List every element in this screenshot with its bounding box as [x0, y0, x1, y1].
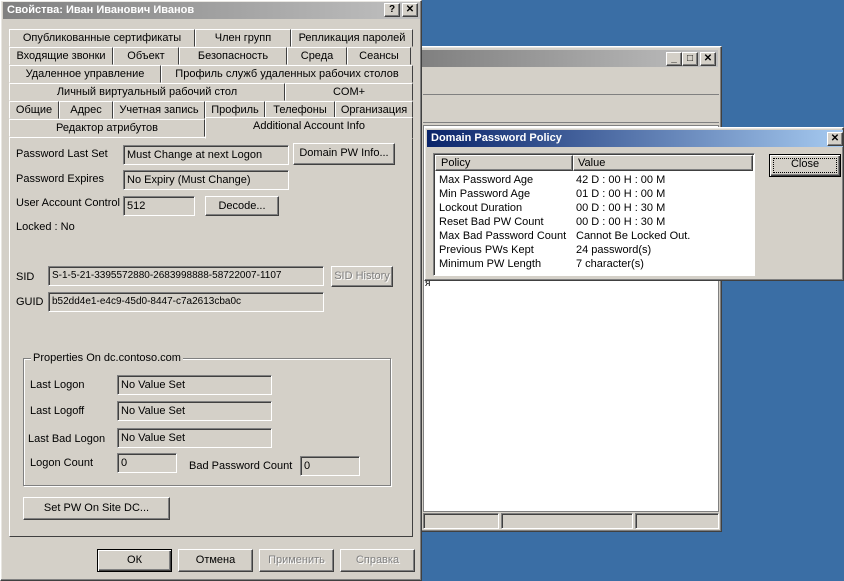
policy-name: Min Password Age [439, 188, 531, 200]
policy-row[interactable]: Max Password Age 42 D : 00 H : 00 M [439, 173, 751, 187]
policy-row[interactable]: Minimum PW Length 7 character(s) [439, 257, 751, 271]
policy-name: Minimum PW Length [439, 258, 542, 270]
bad-password-count-field: 0 [300, 456, 360, 476]
password-expires-label: Password Expires [16, 173, 105, 185]
user-account-control-field: 512 [123, 196, 195, 216]
set-pw-on-site-dc-button[interactable]: Set PW On Site DC... [23, 497, 170, 520]
last-bad-logon-label: Last Bad Logon [28, 433, 106, 445]
user-account-control-label: User Account Control [16, 197, 120, 209]
status-bar-cell-1 [423, 513, 499, 529]
tab-password-replication[interactable]: Репликация паролей [291, 29, 413, 47]
tab-object[interactable]: Объект [113, 47, 179, 65]
tab-address[interactable]: Адрес [59, 101, 113, 119]
tab-general[interactable]: Общие [9, 101, 59, 119]
window-title: Свойства: Иван Иванович Иванов [7, 4, 195, 16]
password-last-set-label: Password Last Set [16, 148, 108, 160]
locked-status: Locked : No [16, 221, 75, 233]
logon-count-field: 0 [117, 453, 177, 473]
tab-sessions[interactable]: Сеансы [347, 47, 411, 65]
background-toolbar-area-2 [423, 97, 719, 123]
policy-column-header[interactable]: Policy [435, 155, 573, 171]
policy-name: Max Password Age [439, 174, 534, 186]
domain-pw-info-button[interactable]: Domain PW Info... [293, 143, 395, 165]
policy-row[interactable]: Previous PWs Kept 24 password(s) [439, 243, 751, 257]
policy-close-button[interactable]: Close [769, 154, 841, 177]
sid-label: SID [16, 271, 35, 283]
logon-count-label: Logon Count [30, 457, 93, 469]
last-bad-logon-field: No Value Set [117, 428, 272, 448]
tab-published-certificates[interactable]: Опубликованные сертификаты [9, 29, 195, 47]
status-bar-cell-3 [635, 513, 719, 529]
properties-titlebar: Свойства: Иван Иванович Иванов [3, 2, 420, 19]
policy-value: 01 D : 00 H : 00 M [576, 188, 666, 200]
minimize-icon[interactable]: _ [666, 52, 682, 66]
apply-button[interactable]: Применить [259, 549, 334, 572]
value-column-header[interactable]: Value [573, 155, 753, 171]
policy-value: Cannot Be Locked Out. [576, 230, 691, 242]
sid-history-button[interactable]: SID History [331, 266, 393, 287]
ok-button[interactable]: ОК [97, 549, 172, 572]
close-icon[interactable]: ✕ [827, 132, 843, 146]
background-window: _ □ ✕ я [418, 46, 722, 532]
policy-list[interactable]: Policy Value Max Password Age 42 D : 00 H… [433, 153, 755, 276]
policy-rows: Max Password Age 42 D : 00 H : 00 M Min Pa… [439, 173, 751, 271]
tab-member-of[interactable]: Член групп [195, 29, 291, 47]
policy-value: 7 character(s) [576, 258, 644, 270]
policy-row[interactable]: Reset Bad PW Count 00 D : 00 H : 30 M [439, 215, 751, 229]
bad-password-count-label: Bad Password Count [189, 460, 293, 472]
close-icon[interactable]: ✕ [402, 3, 418, 17]
help-icon[interactable]: ? [384, 3, 400, 17]
tab-personal-virtual-desktop[interactable]: Личный виртуальный рабочий стол [9, 83, 285, 101]
tab-security[interactable]: Безопасность [179, 47, 287, 65]
tab-additional-account-info[interactable]: Additional Account Info [205, 117, 413, 139]
tab-strip: Опубликованные сертификаты Член групп Репл… [9, 29, 413, 141]
policy-name: Max Bad Password Count [439, 230, 567, 242]
tab-com-plus[interactable]: COM+ [285, 83, 413, 101]
guid-field: b52dd4e1-e4c9-45d0-8447-c7a2613cba0c [48, 292, 324, 312]
help-button[interactable]: Справка [340, 549, 415, 572]
last-logon-field: No Value Set [117, 375, 272, 395]
cancel-button[interactable]: Отмена [178, 549, 253, 572]
last-logon-label: Last Logon [30, 379, 85, 391]
policy-window: Domain Password Policy ✕ Policy Value Ma… [424, 127, 844, 281]
policy-row[interactable]: Max Bad Password Count Cannot Be Locked O… [439, 229, 751, 243]
last-logoff-field: No Value Set [117, 401, 272, 421]
tab-dial-in[interactable]: Входящие звонки [9, 47, 113, 65]
maximize-icon[interactable]: □ [682, 52, 698, 66]
properties-dialog: Свойства: Иван Иванович Иванов ? ✕ Опубл… [0, 0, 422, 581]
policy-value: 24 password(s) [576, 244, 652, 256]
tab-remote-desktop-profile[interactable]: Профиль служб удаленных рабочих столов [161, 65, 413, 83]
tab-attribute-editor[interactable]: Редактор атрибутов [9, 119, 205, 137]
policy-value: 42 D : 00 H : 00 M [576, 174, 666, 186]
password-last-set-field: Must Change at next Logon [123, 145, 289, 165]
guid-label: GUID [16, 296, 44, 308]
tab-environment[interactable]: Среда [287, 47, 347, 65]
password-expires-field: No Expiry (Must Change) [123, 170, 289, 190]
sid-field: S-1-5-21-3395572880-2683998888-58722007-… [48, 266, 324, 286]
policy-titlebar: Domain Password Policy [427, 130, 843, 147]
policy-name: Lockout Duration [439, 202, 523, 214]
policy-row[interactable]: Min Password Age 01 D : 00 H : 00 M [439, 187, 751, 201]
policy-list-header: Policy Value [435, 155, 753, 171]
tab-account[interactable]: Учетная запись [113, 101, 205, 119]
close-icon[interactable]: ✕ [700, 52, 716, 66]
background-toolbar-area [423, 69, 719, 95]
policy-row[interactable]: Lockout Duration 00 D : 00 H : 30 M [439, 201, 751, 215]
policy-value: 00 D : 00 H : 30 M [576, 216, 666, 228]
policy-window-title: Domain Password Policy [431, 132, 562, 144]
tab-remote-control[interactable]: Удаленное управление [9, 65, 161, 83]
policy-name: Reset Bad PW Count [439, 216, 544, 228]
status-bar-cell-2 [501, 513, 633, 529]
last-logoff-label: Last Logoff [30, 405, 85, 417]
policy-name: Previous PWs Kept [439, 244, 534, 256]
properties-group-title: Properties On dc.contoso.com [31, 352, 183, 364]
decode-button[interactable]: Decode... [205, 196, 279, 216]
policy-value: 00 D : 00 H : 30 M [576, 202, 666, 214]
